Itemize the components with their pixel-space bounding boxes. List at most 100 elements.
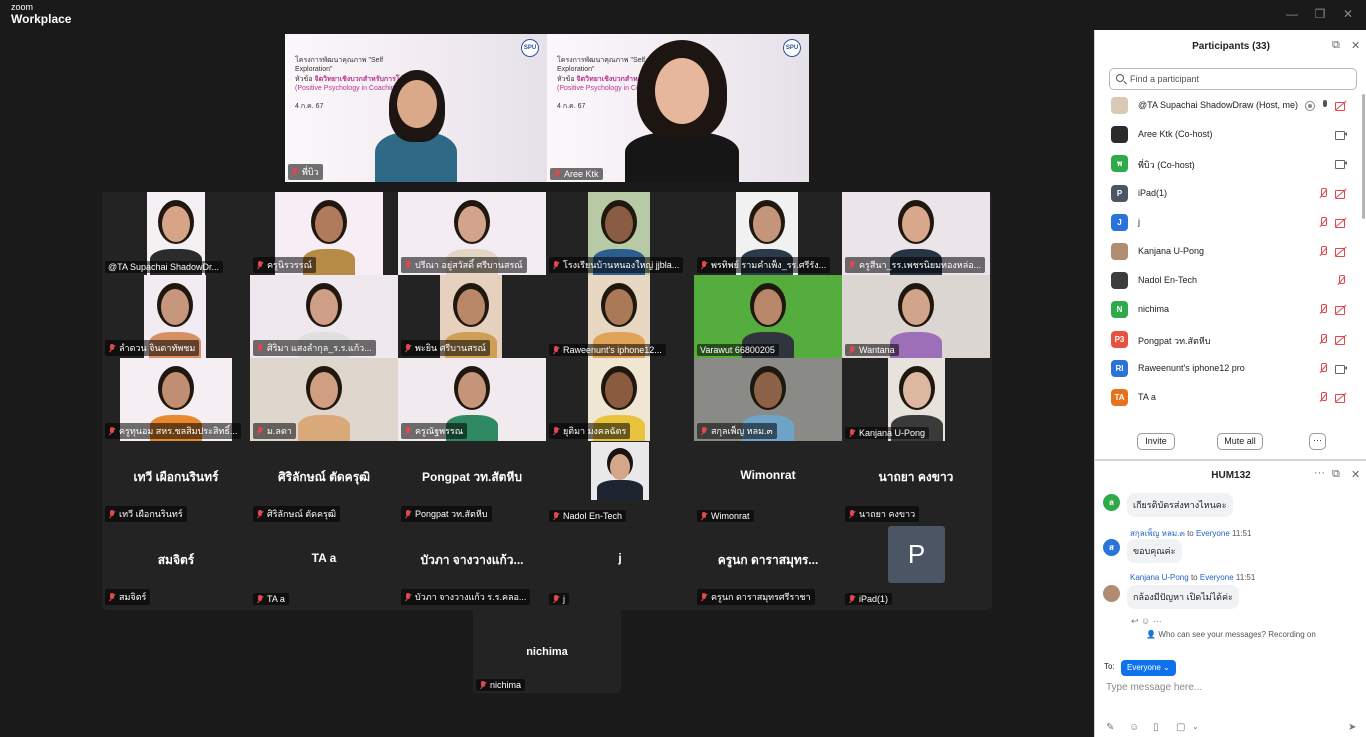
participant-row[interactable]: Kanjana U-Pong [1095,238,1361,267]
mute-all-button[interactable]: Mute all [1217,433,1263,450]
participant-row[interactable]: Jj [1095,209,1361,238]
chat-more-icon[interactable]: ··· [1314,467,1325,479]
camera-off-icon[interactable] [1335,334,1347,345]
participant-row[interactable]: @TA Supachai ShadowDraw (Host, me) [1095,92,1361,121]
camera-icon[interactable] [1335,363,1347,374]
chat-message[interactable]: กล้องมีปัญหา เปิดไม่ได้ค่ะ [1127,585,1239,609]
participant-tile[interactable]: Raweenunt's iphone12... [546,275,694,358]
participant-tile[interactable]: Pongpat วท.สัตหีบ Pongpat วท.สัตหีบ [398,441,546,524]
participant-tile[interactable]: Kanjana U-Pong [842,358,990,441]
brand-large: Workplace [11,12,72,26]
participant-search-input[interactable]: Find a participant [1109,68,1357,90]
participant-tile[interactable]: ครูณัฐพรรณ [398,358,546,441]
recipient-selector[interactable]: Everyone ⌄ [1121,660,1176,676]
participant-tile[interactable]: nichima nichima [473,610,621,693]
mic-muted-icon[interactable] [1318,246,1329,257]
mic-muted-icon[interactable] [1318,304,1329,315]
participant-tile[interactable]: ศิริลักษณ์ ตัดครุฒิ ศิริลักษณ์ ตัดครุฒิ [250,441,398,524]
participant-tile[interactable]: ลำดวน จินดาทัพชม [102,275,250,358]
participant-tile[interactable]: Wimonrat Wimonrat [694,441,842,524]
chat-close-icon[interactable]: ✕ [1351,468,1360,481]
camera-icon[interactable] [1335,158,1347,170]
participant-status-icons [1335,129,1347,141]
participant-tile[interactable]: พะยิน ศรีบานสรณ์ [398,275,546,358]
pop-out-icon[interactable]: ⧉ [1332,39,1340,52]
microphone-icon[interactable] [1321,100,1329,111]
camera-off-icon[interactable] [1335,392,1347,403]
participant-tile[interactable]: ศิริมา แสงลำกุล_ร.ร.แก้ว... [250,275,398,358]
camera-off-icon[interactable] [1335,217,1347,228]
participant-row[interactable]: Aree Ktk (Co-host) [1095,121,1361,150]
close-window-icon[interactable]: ✕ [1340,6,1356,22]
camera-off-icon[interactable] [1335,100,1347,111]
participant-row[interactable]: P3 Pongpat วท.สัตหีบ [1095,326,1361,355]
speaker-tile-2[interactable]: SPU โครงการพัฒนาคุณภาพ "Self Exploration… [547,34,809,182]
speaker-tile-1[interactable]: SPU โครงการพัฒนาคุณภาพ "Self Exploration… [285,34,547,182]
chat-avatar [1103,585,1120,602]
participant-name: iPad(1) [1138,187,1168,198]
zoom-workplace-logo: zoom Workplace [11,3,72,26]
participant-tile[interactable]: ครูทุนอม สหร.ชลสิมประสิทธิ์... [102,358,250,441]
participant-tile[interactable]: นาถยา คงขาว นาถยา คงขาว [842,441,990,524]
participant-row[interactable]: พ พี่บิว (Co-host) [1095,150,1361,179]
participant-name-tag: Nadol En-Tech [549,510,627,522]
chevron-down-icon[interactable]: ⌄ [1192,722,1199,731]
privacy-note[interactable]: 👤 Who can see your messages? Recording o… [1095,630,1366,639]
participant-tile[interactable]: สมจิตร์ สมจิตร์ [102,524,250,607]
participant-tile[interactable]: @TA Supachai ShadowDr... [102,192,250,275]
participant-row[interactable]: Nadol En-Tech [1095,267,1361,296]
camera-off-icon[interactable] [1335,188,1347,199]
participant-tile[interactable]: Varawut 66800205 [694,275,842,358]
send-icon[interactable]: ➤ [1348,722,1356,733]
mic-muted-icon[interactable] [1318,187,1329,199]
participant-tile[interactable]: PiPad(1) [842,524,990,607]
camera-off-icon[interactable] [1335,304,1347,316]
participant-tile[interactable]: เทวี เผือกนรินทร์ เทวี เผือกนรินทร์ [102,441,250,524]
chat-message-input[interactable]: Type message here... [1106,682,1202,693]
participant-avatar: พ [1111,155,1128,173]
message-reaction-icons[interactable]: ↩ ☺ ··· [1131,616,1162,627]
more-options-button[interactable]: ··· [1309,433,1326,450]
screen-share-icon[interactable] [1305,100,1315,111]
participant-tile[interactable]: ยุติมา มงคลฉัตร [546,358,694,441]
participant-tile[interactable]: ม.ลดา [250,358,398,441]
participant-tile[interactable]: TA a TA a [250,524,398,607]
participant-list-scrollbar[interactable] [1362,94,1365,219]
mic-muted-icon[interactable] [1318,362,1329,374]
participant-row[interactable]: PiPad(1) [1095,180,1361,209]
minimize-icon[interactable]: — [1284,6,1300,22]
chat-message[interactable]: ขอบคุณค่ะ [1127,539,1182,563]
participant-tile[interactable]: พรทิพย์ รามคำเพ็ง_รร.ศรีรัง... [694,192,842,275]
participant-tile[interactable]: ครูนิรวรรณ์ [250,192,398,275]
mic-muted-icon[interactable] [1336,275,1347,286]
screenshot-icon[interactable]: ▢ [1176,722,1185,733]
file-icon[interactable]: ▯ [1153,722,1159,733]
participant-tile[interactable]: โรงเรียนบ้านหนองใหญ่ jjbla... [546,192,694,275]
mic-muted-icon[interactable] [1318,333,1329,345]
participant-row[interactable]: RI Raweenunt's iphone12 pro [1095,355,1361,384]
participant-tile[interactable]: บัวภา จางวางแก้ว... บัวภา จางวางแก้ว ร.ร.… [398,524,546,607]
participant-display-name: เทวี เผือกนรินทร์ [133,470,219,484]
participant-status-icons [1336,275,1347,286]
camera-icon[interactable] [1335,129,1347,141]
participant-tile[interactable]: ครูสีนา_รร.เพชรนิยมทองหล่อ... [842,192,990,275]
participant-tile[interactable]: Nadol En-Tech [546,441,694,524]
camera-off-icon[interactable] [1335,246,1347,257]
participant-tile[interactable]: ปรีณา อยู่สวัสดิ์ ศรีบานสรณ์ [398,192,546,275]
participant-tile[interactable]: สกุลเพ็ญ หลม.๓ [694,358,842,441]
maximize-icon[interactable]: ❐ [1312,6,1328,22]
participant-tile[interactable]: jj [546,524,694,607]
participant-tile[interactable]: Wantana [842,275,990,358]
participant-row[interactable]: Nnichima [1095,296,1361,325]
mic-muted-icon [291,167,299,177]
chat-message[interactable]: เกียรติบัตรส่งทางไหนคะ [1127,493,1233,517]
mic-muted-icon[interactable] [1318,392,1329,403]
emoji-icon[interactable]: ☺ [1129,722,1139,733]
invite-button[interactable]: Invite [1137,433,1175,450]
participant-row[interactable]: TA TA a [1095,384,1361,413]
chat-pop-out-icon[interactable]: ⧉ [1332,468,1340,481]
participant-tile[interactable]: ครูนก ดาราสมุทร... ครูนก ดาราสมุทรศรีราชา [694,524,842,607]
format-icon[interactable]: ✎ [1106,722,1114,733]
mic-muted-icon[interactable] [1318,216,1329,228]
close-panel-icon[interactable]: ✕ [1351,39,1360,52]
